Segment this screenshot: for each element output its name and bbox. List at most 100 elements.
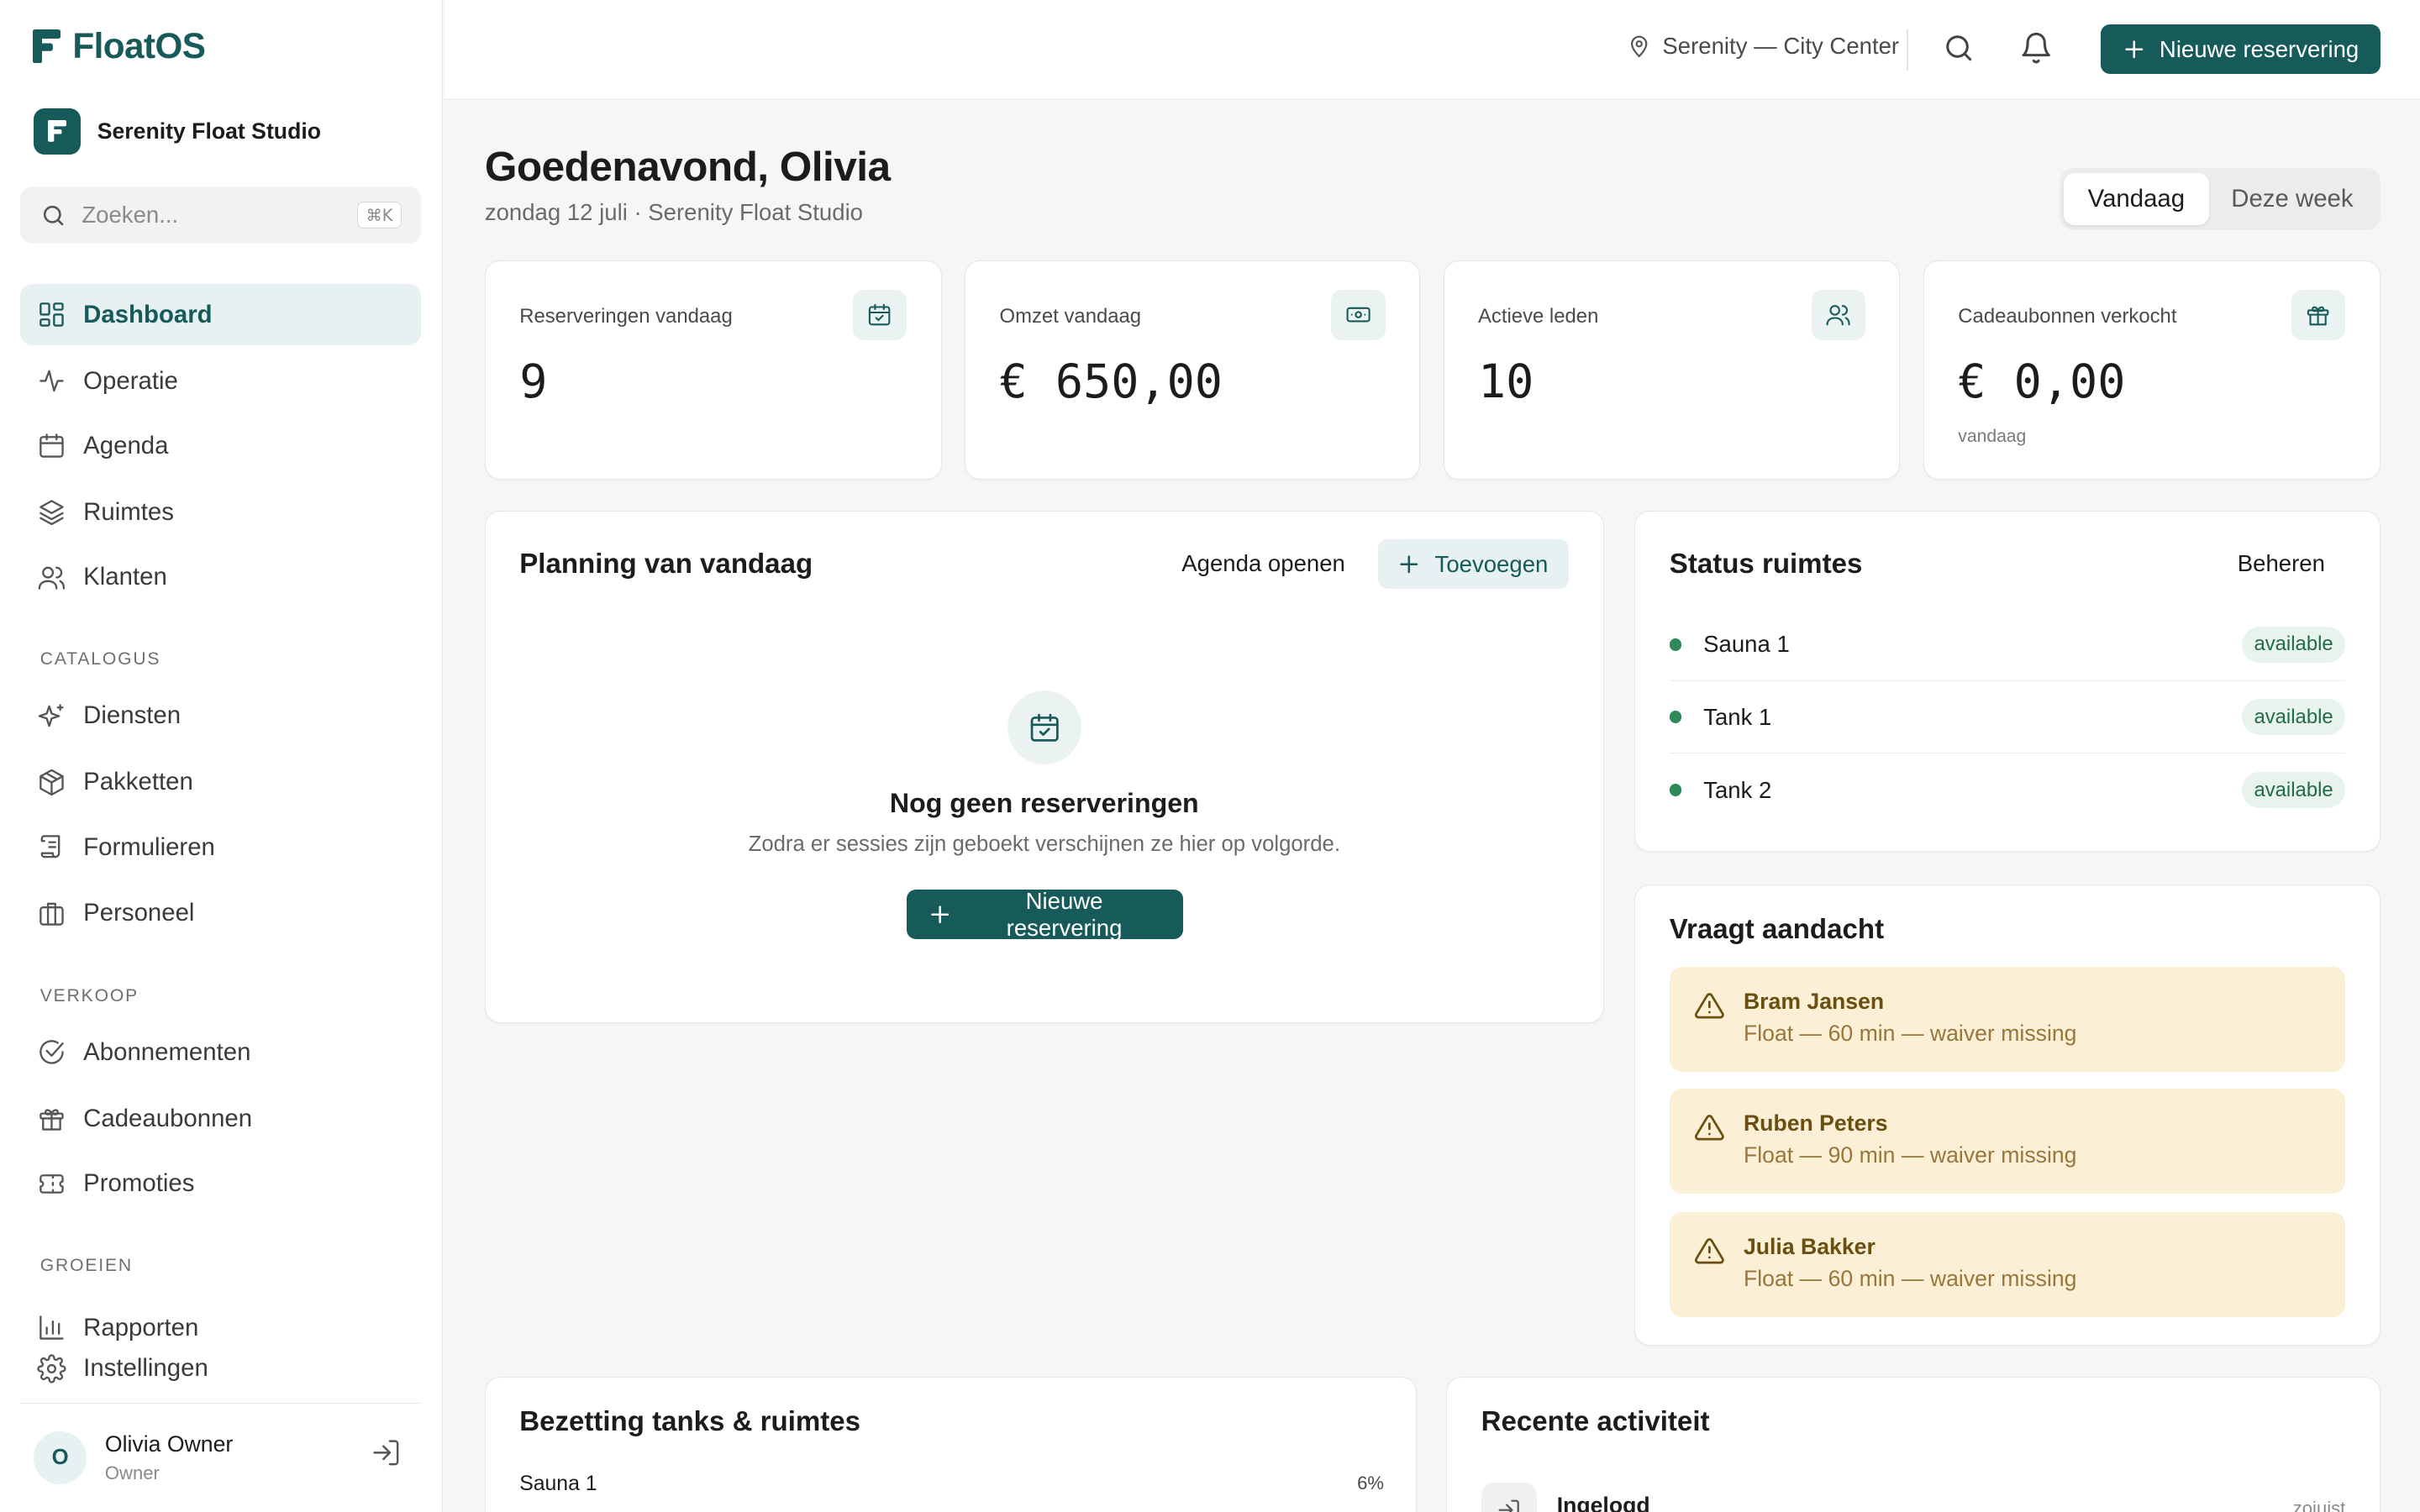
topbar-divider <box>1906 29 1908 71</box>
sidebar-item-promoties[interactable]: Promoties <box>20 1152 422 1214</box>
room-row[interactable]: Sauna 1 available <box>1669 609 2346 682</box>
new-booking-button[interactable]: Nieuwe reservering <box>2101 24 2381 75</box>
sidebar: FloatOS Serenity Float Studio Zoeken... … <box>0 0 444 1512</box>
manage-rooms-button[interactable]: Beheren <box>2238 550 2325 577</box>
sidebar-item-operatie[interactable]: Operatie <box>20 350 422 412</box>
sidebar-item-cadeaubonnen[interactable]: Cadeaubonnen <box>20 1088 422 1149</box>
attention-item[interactable]: Ruben Peters Float — 90 min — waiver mis… <box>1669 1089 2346 1194</box>
avatar: O <box>34 1431 87 1484</box>
room-status-card: Status ruimtes Beheren Sauna 1 available… <box>1634 511 2381 853</box>
attention-name: Julia Bakker <box>1743 1233 1876 1259</box>
section-label-catalogus: CATALOGUS <box>39 649 161 669</box>
calendar-check-icon <box>869 304 891 326</box>
attention-item[interactable]: Julia Bakker Float — 60 min — waiver mis… <box>1669 1212 2346 1317</box>
warning-icon <box>1695 1237 1724 1264</box>
stat-icon-badge <box>2291 289 2346 341</box>
sidebar-item-diensten[interactable]: Diensten <box>20 685 422 747</box>
location-label: Serenity — City Center <box>1662 32 1900 59</box>
user-role: Owner <box>104 1462 160 1483</box>
sidebar-item-label: Cadeaubonnen <box>83 1104 253 1132</box>
open-agenda-button[interactable]: Agenda openen <box>1181 550 1345 577</box>
sidebar-item-rapporten[interactable]: Rapporten <box>20 1296 422 1342</box>
search-icon[interactable] <box>1942 31 1975 65</box>
sidebar-item-pakketten[interactable]: Pakketten <box>20 752 422 813</box>
plus-icon <box>2125 40 2144 59</box>
empty-new-booking-button[interactable]: Nieuwe reservering <box>907 888 1184 941</box>
empty-state-subtitle: Zodra er sessies zijn geboekt verschijne… <box>748 832 1340 857</box>
add-booking-button[interactable]: Toevoegen <box>1377 539 1570 589</box>
bell-icon[interactable] <box>2019 31 2053 65</box>
layers-icon <box>39 500 64 526</box>
sidebar-item-label: Personeel <box>83 899 195 927</box>
topbar: Serenity — City Center Nieuwe reserverin… <box>445 0 2420 101</box>
stat-label: Omzet vandaag <box>999 304 1142 328</box>
sidebar-item-ruimtes[interactable]: Ruimtes <box>20 481 422 543</box>
sidebar-item-formulieren[interactable]: Formulieren <box>20 816 422 878</box>
sidebar-item-label: Diensten <box>83 701 182 730</box>
studio-name: Serenity Float Studio <box>97 118 321 144</box>
room-name: Tank 2 <box>1703 776 1772 803</box>
sidebar-item-dashboard[interactable]: Dashboard <box>19 284 422 346</box>
sidebar-item-label: Instellingen <box>83 1354 208 1383</box>
login-icon <box>1498 1499 1519 1512</box>
attention-name: Ruben Peters <box>1743 1110 1888 1136</box>
status-dot <box>1669 711 1682 724</box>
new-booking-label: Nieuwe reservering <box>2159 35 2360 62</box>
range-today-tab[interactable]: Vandaag <box>2064 172 2209 226</box>
sparkles-icon <box>38 704 64 727</box>
sidebar-item-agenda[interactable]: Agenda <box>20 415 422 476</box>
occupancy-title: Bezetting tanks & ruimtes <box>519 1406 861 1438</box>
empty-state-icon-badge <box>1007 690 1081 765</box>
stat-value: € 650,00 <box>999 354 1223 408</box>
stat-label: Cadeaubonnen verkocht <box>1958 304 2177 328</box>
occupancy-row: Sauna 1 6% <box>519 1473 1384 1496</box>
page-title: Goedenavond, Olivia <box>484 143 891 190</box>
studio-switcher[interactable]: Serenity Float Studio <box>34 108 321 155</box>
search-input[interactable]: Zoeken... <box>82 202 342 228</box>
range-week-tab[interactable]: Deze week <box>2209 173 2375 225</box>
sidebar-item-instellingen[interactable]: Instellingen <box>20 1338 422 1399</box>
calendar-check-icon <box>1030 713 1059 742</box>
users-icon <box>1826 305 1850 326</box>
sidebar-item-klanten[interactable]: Klanten <box>20 546 422 607</box>
floatos-logo-icon <box>32 29 60 64</box>
calendar-icon <box>39 433 64 459</box>
user-profile[interactable]: O Olivia Owner Owner <box>19 1402 422 1512</box>
room-row[interactable]: Tank 2 available <box>1669 753 2346 826</box>
search-box[interactable]: Zoeken... ⌘K <box>19 186 422 244</box>
location-selector[interactable]: Serenity — City Center <box>1627 33 1899 60</box>
stat-value: 9 <box>519 354 548 408</box>
plus-icon <box>931 906 950 923</box>
sidebar-item-label: Ruimtes <box>83 497 174 526</box>
attention-card: Vraagt aandacht Bram Jansen Float — 60 m… <box>1634 884 2381 1346</box>
activity-title: Recente activiteit <box>1481 1406 1710 1438</box>
stat-value: 10 <box>1478 354 1534 408</box>
stat-card-revenue[interactable]: Omzet vandaag € 650,00 <box>965 260 1421 480</box>
sidebar-item-label: Operatie <box>83 366 178 395</box>
range-toggle: Vandaag Deze week <box>2059 168 2381 230</box>
status-dot <box>1669 638 1682 651</box>
sidebar-item-personeel[interactable]: Personeel <box>20 883 422 944</box>
studio-badge <box>34 108 81 155</box>
briefcase-icon <box>39 902 64 926</box>
stat-card-members[interactable]: Actieve leden 10 <box>1443 260 1901 480</box>
brand-logo[interactable]: FloatOS <box>32 26 206 66</box>
dashboard-icon <box>39 302 64 327</box>
sidebar-item-label: Dashboard <box>83 300 213 328</box>
logout-icon[interactable] <box>371 1437 402 1468</box>
status-badge: available <box>2241 627 2346 663</box>
page-subtitle: zondag 12 juli · Serenity Float Studio <box>484 198 864 225</box>
gift-icon <box>39 1109 64 1131</box>
sidebar-item-label: Promoties <box>83 1168 195 1197</box>
stat-subtext: vandaag <box>1958 426 2027 446</box>
stat-card-reservations[interactable]: Reserveringen vandaag 9 <box>484 260 942 480</box>
room-name: Sauna 1 <box>1703 631 1790 658</box>
attention-description: Float — 60 min — waiver missing <box>1743 1021 2077 1047</box>
stat-icon-badge <box>852 289 908 341</box>
sidebar-item-abonnementen[interactable]: Abonnementen <box>20 1021 422 1083</box>
stat-card-giftcards[interactable]: Cadeaubonnen verkocht € 0,00 vandaag <box>1923 260 2381 480</box>
gear-icon <box>37 1354 66 1383</box>
attention-item[interactable]: Bram Jansen Float — 60 min — waiver miss… <box>1669 966 2346 1072</box>
room-row[interactable]: Tank 1 available <box>1669 681 2346 754</box>
scroll-icon <box>40 835 60 858</box>
